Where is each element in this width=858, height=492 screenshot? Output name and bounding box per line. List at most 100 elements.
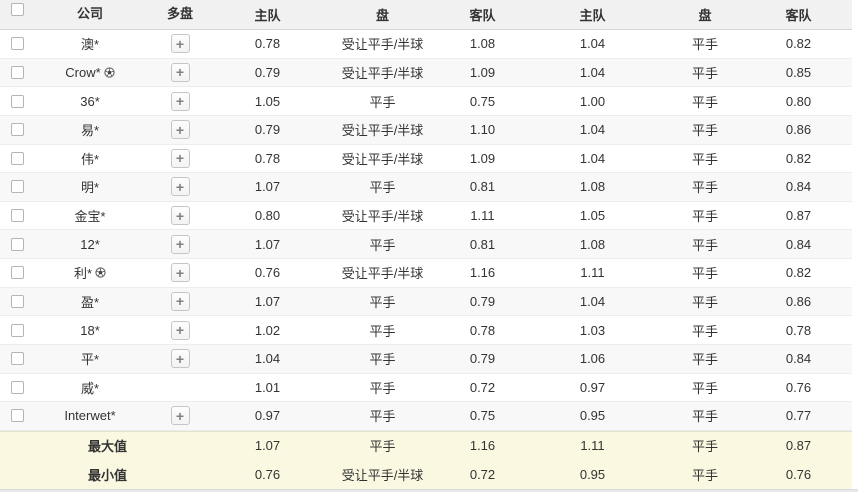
expand-multi-odds-button[interactable]: + [171, 149, 190, 168]
live-home-odds: 0.78 [215, 145, 320, 173]
init-home-odds-label: 1.06 [580, 351, 605, 366]
row-checkbox[interactable] [11, 409, 24, 422]
row-checkbox[interactable] [11, 238, 24, 251]
company-cell: 威* [35, 374, 145, 402]
row-checkbox-cell [0, 345, 35, 373]
row-checkbox[interactable] [11, 209, 24, 222]
init-home-odds: 1.04 [520, 30, 665, 58]
init-away-odds: 0.82 [745, 145, 852, 173]
row-checkbox[interactable] [11, 123, 24, 136]
expand-multi-odds-button[interactable]: + [171, 292, 190, 311]
expand-multi-odds-button[interactable]: + [171, 206, 190, 225]
company-name: 澳* [81, 34, 99, 53]
expand-multi-odds-button[interactable]: + [171, 63, 190, 82]
multi-odds-cell: + [145, 59, 215, 87]
live-home-odds-label: 1.07 [255, 294, 280, 309]
row-checkbox[interactable] [11, 381, 24, 394]
live-home-odds-label: 1.07 [255, 237, 280, 252]
expand-multi-odds-button[interactable]: + [171, 263, 190, 282]
live-away-odds: 0.81 [445, 173, 520, 201]
init-handicap: 平手 [665, 259, 745, 287]
summary-live-handicap: 平手 [320, 432, 445, 460]
init-away-odds: 0.84 [745, 173, 852, 201]
company-cell: 明* [35, 173, 145, 201]
init-home-odds-label: 1.03 [580, 323, 605, 338]
select-all-checkbox[interactable] [11, 3, 24, 16]
live-handicap: 受让平手/半球 [320, 59, 445, 87]
row-checkbox[interactable] [11, 66, 24, 79]
row-checkbox[interactable] [11, 295, 24, 308]
row-checkbox-cell [0, 316, 35, 344]
init-home-odds-label: 1.04 [580, 151, 605, 166]
expand-multi-odds-button[interactable]: + [171, 177, 190, 196]
expand-multi-odds-button[interactable]: + [171, 406, 190, 425]
init-handicap: 平手 [665, 59, 745, 87]
odds-row: 易*+0.79受让平手/半球1.101.04平手0.86 [0, 116, 852, 145]
init-home-odds: 1.08 [520, 173, 665, 201]
summary-init-away-odds-label: 0.87 [786, 438, 811, 453]
live-away-odds: 1.11 [445, 202, 520, 230]
column-header-live-handicap: 盘 [320, 0, 445, 29]
live-home-odds-label: 0.76 [255, 265, 280, 280]
odds-row: 平*+1.04平手0.791.06平手0.84 [0, 345, 852, 374]
live-home-odds-label: 1.02 [255, 323, 280, 338]
expand-multi-odds-button[interactable]: + [171, 349, 190, 368]
init-away-odds-label: 0.80 [786, 94, 811, 109]
init-handicap-label: 平手 [692, 263, 718, 282]
expand-multi-odds-button[interactable]: + [171, 120, 190, 139]
company-cell: 平* [35, 345, 145, 373]
company-cell: 澳* [35, 30, 145, 58]
bottom-strip [0, 489, 858, 492]
row-checkbox[interactable] [11, 352, 24, 365]
row-checkbox[interactable] [11, 95, 24, 108]
live-handicap: 受让平手/半球 [320, 145, 445, 173]
column-header-live-home: 主队 [215, 0, 320, 29]
row-checkbox[interactable] [11, 324, 24, 337]
live-away-odds: 1.09 [445, 59, 520, 87]
init-handicap-label: 平手 [692, 378, 718, 397]
init-away-odds-label: 0.86 [786, 122, 811, 137]
odds-row: 12*+1.07平手0.811.08平手0.84 [0, 230, 852, 259]
row-checkbox[interactable] [11, 180, 24, 193]
init-home-odds: 0.95 [520, 402, 665, 430]
company-cell: Interwet* [35, 402, 145, 430]
row-checkbox-cell [0, 59, 35, 87]
odds-row: 利*+0.76受让平手/半球1.161.11平手0.82 [0, 259, 852, 288]
init-away-odds: 0.84 [745, 230, 852, 258]
init-handicap-label: 平手 [692, 92, 718, 111]
company-cell: 36* [35, 87, 145, 115]
init-handicap-label: 平手 [692, 206, 718, 225]
company-name: 明* [81, 177, 99, 196]
live-away-odds-label: 1.09 [470, 65, 495, 80]
multi-odds-cell: + [145, 116, 215, 144]
row-checkbox-cell [0, 374, 35, 402]
live-home-odds: 0.79 [215, 59, 320, 87]
summary-init-handicap-label: 平手 [692, 436, 718, 455]
init-handicap: 平手 [665, 345, 745, 373]
row-checkbox[interactable] [11, 152, 24, 165]
company-name: Interwet* [64, 408, 115, 423]
init-handicap: 平手 [665, 288, 745, 316]
live-handicap-label: 受让平手/半球 [342, 263, 424, 282]
odds-row: 澳*+0.78受让平手/半球1.081.04平手0.82 [0, 30, 852, 59]
init-home-odds-label: 0.97 [580, 380, 605, 395]
expand-multi-odds-button[interactable]: + [171, 235, 190, 254]
summary-live-home-odds-label: 0.76 [255, 467, 280, 482]
expand-multi-odds-button[interactable]: + [171, 321, 190, 340]
summary-init-away-odds: 0.87 [745, 432, 852, 460]
odds-comparison-table: 即时盘 初盘 公司 多盘 主队 盘 客队 主队 盘 客队 澳*+0.78受让平手… [0, 0, 852, 489]
expand-multi-odds-button[interactable]: + [171, 92, 190, 111]
expand-multi-odds-button[interactable]: + [171, 34, 190, 53]
init-handicap-label: 平手 [692, 120, 718, 139]
init-handicap-label: 平手 [692, 321, 718, 340]
init-home-odds-label: 1.05 [580, 208, 605, 223]
live-home-odds: 0.79 [215, 116, 320, 144]
init-handicap: 平手 [665, 87, 745, 115]
multi-odds-cell: + [145, 202, 215, 230]
row-checkbox[interactable] [11, 37, 24, 50]
row-checkbox[interactable] [11, 266, 24, 279]
live-home-odds-label: 1.01 [255, 380, 280, 395]
plus-icon: + [176, 237, 184, 251]
company-cell: 12* [35, 230, 145, 258]
live-handicap-label: 受让平手/半球 [342, 206, 424, 225]
